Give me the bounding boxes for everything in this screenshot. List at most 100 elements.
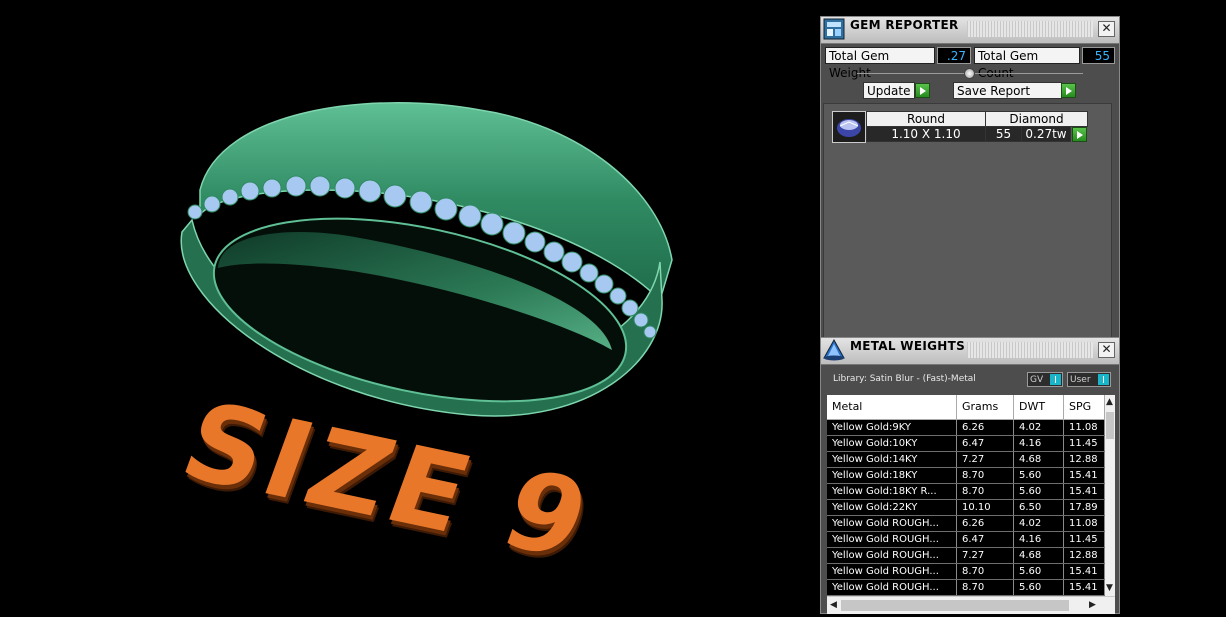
vertical-scrollbar[interactable]: ▲ ▼ — [1105, 395, 1115, 596]
slider-handle[interactable] — [964, 68, 975, 79]
metal-cell: Yellow Gold:18KY R... — [827, 484, 957, 499]
horizontal-scrollbar[interactable]: ◀ ▶ — [827, 596, 1115, 614]
table-row[interactable]: Yellow Gold:14KY 7.27 4.68 12.88 — [827, 452, 1105, 468]
dwt-cell: 4.68 — [1014, 452, 1064, 467]
grams-cell: 8.70 — [957, 564, 1014, 579]
round-diamond-icon — [837, 119, 861, 137]
save-report-go-icon[interactable] — [1061, 83, 1076, 98]
metal-weights-titlebar[interactable]: METAL WEIGHTS ✕ — [821, 338, 1119, 365]
user-toggle-label: User — [1070, 375, 1091, 385]
scroll-left-icon[interactable]: ◀ — [830, 600, 837, 610]
metal-cell: Yellow Gold ROUGH... — [827, 516, 957, 531]
grams-cell: 8.70 — [957, 468, 1014, 483]
spg-cell: 12.88 — [1064, 548, 1105, 563]
scroll-down-icon[interactable]: ▼ — [1106, 583, 1113, 593]
metal-cell: Yellow Gold:22KY — [827, 500, 957, 515]
scroll-up-icon[interactable]: ▲ — [1106, 397, 1113, 407]
metal-cell: Yellow Gold:10KY — [827, 436, 957, 451]
gem-reporter-panel: GEM REPORTER ✕ Total Gem Weight .27 Tota… — [820, 16, 1120, 339]
save-report-button-label: Save Report — [957, 84, 1031, 98]
spg-cell: 11.45 — [1064, 436, 1105, 451]
total-gem-weight-label: Total Gem Weight — [825, 47, 935, 80]
save-report-button[interactable]: Save Report — [953, 82, 1062, 99]
update-button-label: Update — [867, 84, 911, 98]
table-row[interactable]: Yellow Gold ROUGH... 7.27 4.68 12.88 — [827, 548, 1105, 564]
3d-viewport[interactable]: SIZE 9 — [0, 0, 818, 614]
gem-size-cell: 1.10 X 1.10 — [866, 126, 986, 142]
metal-cell: Yellow Gold:14KY — [827, 452, 957, 467]
user-toggle[interactable]: User — [1067, 372, 1111, 387]
dwt-cell: 6.50 — [1014, 500, 1064, 515]
metal-weights-app-icon — [823, 339, 845, 361]
table-header: Metal Grams DWT SPG — [827, 395, 1105, 420]
table-row[interactable]: Yellow Gold:18KY R... 8.70 5.60 15.41 — [827, 484, 1105, 500]
dwt-cell: 5.60 — [1014, 564, 1064, 579]
metal-cell: Yellow Gold ROUGH... — [827, 564, 957, 579]
grams-cell: 6.47 — [957, 436, 1014, 451]
close-icon[interactable]: ✕ — [1098, 342, 1115, 358]
metal-cell: Yellow Gold:18KY — [827, 468, 957, 483]
update-go-icon[interactable] — [915, 83, 930, 98]
dwt-cell: 4.16 — [1014, 436, 1064, 451]
spg-cell: 11.45 — [1064, 532, 1105, 547]
metal-cell: Yellow Gold:9KY — [827, 420, 957, 435]
table-row[interactable]: Yellow Gold:9KY 6.26 4.02 11.08 — [827, 420, 1105, 436]
grams-cell: 8.70 — [957, 580, 1014, 595]
spg-cell: 15.41 — [1064, 564, 1105, 579]
dwt-cell: 5.60 — [1014, 484, 1064, 499]
close-icon[interactable]: ✕ — [1098, 21, 1115, 37]
table-row[interactable]: Yellow Gold ROUGH... 6.26 4.02 11.08 — [827, 516, 1105, 532]
gem-shape-cell: Round — [866, 111, 986, 127]
dwt-cell: 4.02 — [1014, 516, 1064, 531]
metal-cell: Yellow Gold ROUGH... — [827, 532, 957, 547]
table-row[interactable]: Yellow Gold ROUGH... 8.70 5.60 15.41 — [827, 564, 1105, 580]
total-gem-count-label: Total Gem Count — [974, 47, 1080, 80]
spg-cell: 17.89 — [1064, 500, 1105, 515]
dwt-cell: 4.16 — [1014, 532, 1064, 547]
gem-weight-cell: 0.27tw — [1021, 126, 1071, 142]
table-row[interactable]: Yellow Gold ROUGH... 6.47 4.16 11.45 — [827, 532, 1105, 548]
dwt-cell: 5.60 — [1014, 580, 1064, 595]
grams-cell: 6.26 — [957, 516, 1014, 531]
metal-weights-panel: METAL WEIGHTS ✕ Library: Satin Blur - (F… — [820, 337, 1120, 614]
spg-cell: 15.41 — [1064, 580, 1105, 595]
spg-cell: 11.08 — [1064, 420, 1105, 435]
titlebar-grip[interactable] — [967, 21, 1093, 37]
scroll-right-icon[interactable]: ▶ — [1089, 600, 1096, 610]
spg-cell: 12.88 — [1064, 452, 1105, 467]
metal-cell: Yellow Gold ROUGH... — [827, 548, 957, 563]
table-row[interactable]: Yellow Gold:22KY 10.10 6.50 17.89 — [827, 500, 1105, 516]
column-header-spg[interactable]: SPG — [1064, 395, 1105, 419]
total-gem-count-value: 55 — [1082, 47, 1115, 64]
gv-toggle-label: GV — [1030, 375, 1044, 385]
scrollbar-thumb[interactable] — [841, 600, 1069, 611]
grams-cell: 7.27 — [957, 452, 1014, 467]
total-gem-weight-value: .27 — [937, 47, 971, 64]
table-row[interactable]: Yellow Gold ROUGH... 8.70 5.60 15.41 — [827, 580, 1105, 596]
gem-thumbnail[interactable] — [832, 111, 866, 143]
dwt-cell: 5.60 — [1014, 468, 1064, 483]
update-button[interactable]: Update — [863, 82, 915, 99]
metal-weights-title: METAL WEIGHTS — [850, 339, 966, 353]
gem-list-area: Round Diamond 1.10 X 1.10 55 0.27tw — [823, 103, 1112, 339]
titlebar-grip[interactable] — [967, 342, 1093, 358]
grams-cell: 6.47 — [957, 532, 1014, 547]
gem-reporter-titlebar[interactable]: GEM REPORTER ✕ — [821, 17, 1119, 44]
metal-cell: Yellow Gold ROUGH... — [827, 580, 957, 595]
gem-count-cell: 55 — [985, 126, 1022, 142]
column-header-dwt[interactable]: DWT — [1014, 395, 1064, 419]
gv-toggle[interactable]: GV — [1027, 372, 1063, 387]
table-body: Yellow Gold:9KY 6.26 4.02 11.08 Yellow G… — [827, 420, 1105, 596]
grams-cell: 8.70 — [957, 484, 1014, 499]
gem-reporter-title: GEM REPORTER — [850, 18, 959, 32]
spg-cell: 11.08 — [1064, 516, 1105, 531]
table-row[interactable]: Yellow Gold:18KY 8.70 5.60 15.41 — [827, 468, 1105, 484]
grams-cell: 6.26 — [957, 420, 1014, 435]
gem-row-go-icon[interactable] — [1072, 127, 1087, 142]
dwt-cell: 4.68 — [1014, 548, 1064, 563]
scrollbar-thumb[interactable] — [1106, 412, 1114, 439]
gem-type-cell: Diamond — [985, 111, 1088, 127]
column-header-grams[interactable]: Grams — [957, 395, 1014, 419]
column-header-metal[interactable]: Metal — [827, 395, 957, 419]
table-row[interactable]: Yellow Gold:10KY 6.47 4.16 11.45 — [827, 436, 1105, 452]
